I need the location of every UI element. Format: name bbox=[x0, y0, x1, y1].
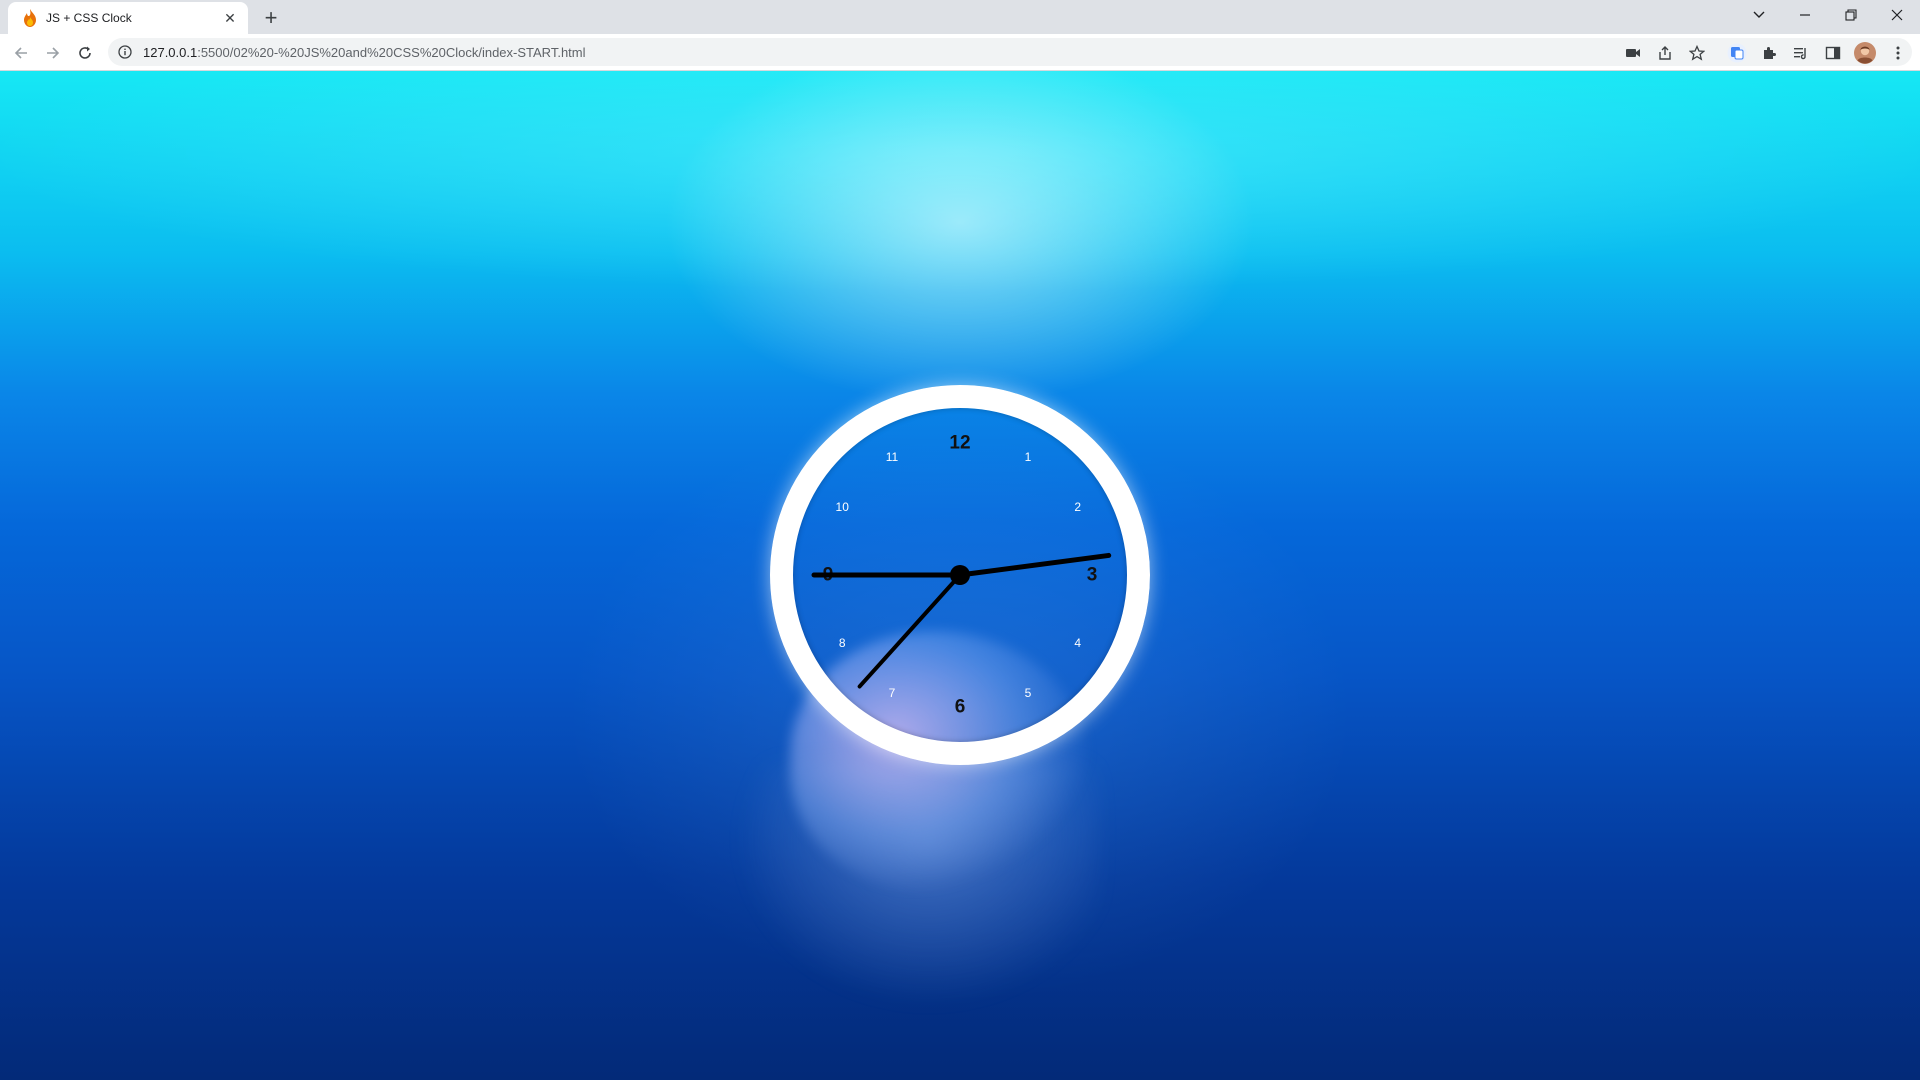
tab-strip: JS + CSS Clock ✕ + bbox=[0, 0, 1920, 34]
new-tab-button[interactable]: + bbox=[258, 5, 284, 31]
restore-icon[interactable] bbox=[1828, 0, 1874, 30]
clock-numeral-6: 6 bbox=[955, 697, 966, 718]
fire-favicon-icon bbox=[22, 9, 38, 27]
clock-numeral-2: 2 bbox=[1074, 500, 1081, 514]
tab-close-icon[interactable]: ✕ bbox=[220, 8, 240, 28]
media-queue-icon[interactable] bbox=[1787, 39, 1815, 67]
reload-icon[interactable] bbox=[71, 39, 99, 67]
clock-numeral-1: 1 bbox=[1025, 450, 1032, 464]
site-info-icon[interactable] bbox=[118, 45, 132, 59]
clock-numeral-8: 8 bbox=[839, 636, 846, 650]
second-hand bbox=[857, 573, 962, 689]
clock-numeral-3: 3 bbox=[1087, 565, 1098, 586]
tab-title: JS + CSS Clock bbox=[46, 11, 132, 25]
close-window-icon[interactable] bbox=[1874, 0, 1920, 30]
clock-numeral-7: 7 bbox=[889, 686, 896, 700]
clock-hands bbox=[811, 552, 1112, 689]
clock-numeral-12: 12 bbox=[949, 433, 970, 454]
page-viewport: 123691245781011 bbox=[0, 71, 1920, 1080]
back-icon[interactable] bbox=[7, 39, 35, 67]
forward-icon[interactable] bbox=[39, 39, 67, 67]
browser-tab[interactable]: JS + CSS Clock ✕ bbox=[8, 2, 248, 34]
clock-dial: 123691245781011 bbox=[811, 433, 1112, 718]
clock-center-pin bbox=[950, 565, 970, 585]
url-host: 127.0.0.1 bbox=[143, 45, 198, 60]
camera-icon[interactable] bbox=[1619, 39, 1647, 67]
minimize-icon[interactable] bbox=[1782, 0, 1828, 30]
more-menu-icon[interactable] bbox=[1884, 39, 1912, 67]
clock-numeral-10: 10 bbox=[836, 500, 850, 514]
translate-icon[interactable] bbox=[1723, 39, 1751, 67]
clock-numeral-11: 11 bbox=[886, 450, 899, 464]
profile-avatar[interactable] bbox=[1851, 39, 1879, 67]
url-text[interactable]: 127.0.0.1:5500/02%20-%20JS%20and%20CSS%2… bbox=[143, 45, 586, 60]
share-icon[interactable] bbox=[1651, 39, 1679, 67]
bookmark-star-icon[interactable] bbox=[1683, 39, 1711, 67]
tab-search-icon[interactable] bbox=[1736, 0, 1782, 30]
clock-numeral-5: 5 bbox=[1025, 686, 1032, 700]
extensions-puzzle-icon[interactable] bbox=[1755, 39, 1783, 67]
url-path: :5500/02%20-%20JS%20and%20CSS%20Clock/in… bbox=[197, 45, 586, 60]
clock-numeral-4: 4 bbox=[1074, 636, 1081, 650]
side-panel-icon[interactable] bbox=[1819, 39, 1847, 67]
browser-toolbar: 127.0.0.1:5500/02%20-%20JS%20and%20CSS%2… bbox=[0, 34, 1920, 71]
